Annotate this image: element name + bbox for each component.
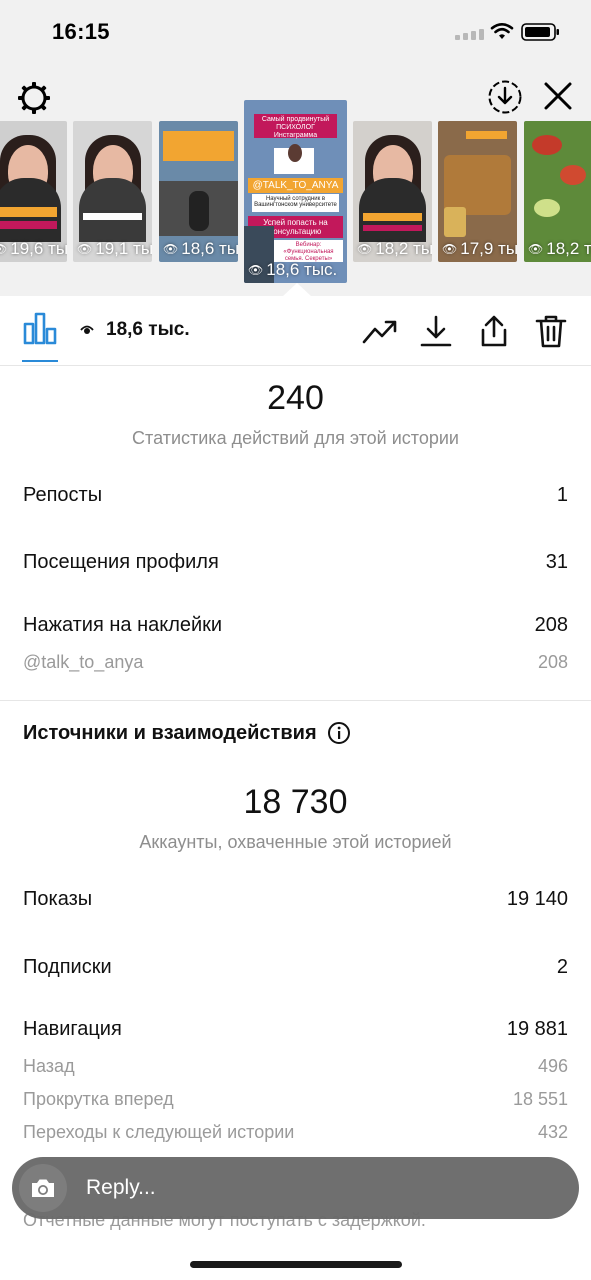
reply-input[interactable]: Reply... bbox=[86, 1176, 156, 1200]
stat-label: Прокрутка вперед bbox=[23, 1089, 174, 1109]
camera-button[interactable] bbox=[19, 1164, 67, 1212]
stat-label: Показы bbox=[23, 888, 93, 910]
views-label: 18,6 тыс. bbox=[106, 319, 190, 340]
stat-value: 208 bbox=[534, 614, 568, 636]
stat-value: 18 551 bbox=[512, 1089, 568, 1109]
stat-label: Переходы к следующей истории bbox=[23, 1122, 295, 1142]
stat-label: Нажатия на наклейки bbox=[23, 614, 223, 636]
story-thumbnail[interactable]: 👁18,2 тыс. bbox=[353, 121, 432, 262]
stat-label: Назад bbox=[23, 1056, 75, 1076]
eye-icon bbox=[80, 325, 94, 334]
info-icon[interactable] bbox=[327, 721, 351, 745]
stat-value: 208 bbox=[537, 652, 568, 672]
stat-subrow-sticker-handle: @talk_to_anya 208 bbox=[23, 652, 568, 673]
home-indicator bbox=[190, 1261, 402, 1268]
reach-total: 18 730 bbox=[243, 783, 348, 821]
stat-value: 496 bbox=[537, 1056, 568, 1076]
thumbnail-views: 17,9 тыс. bbox=[460, 239, 517, 258]
thumbnail-views: 18,6 тыс. bbox=[266, 260, 338, 279]
stat-label: Репосты bbox=[23, 484, 103, 506]
stat-row-impressions[interactable]: Показы 19 140 bbox=[23, 888, 568, 911]
eye-icon: 👁 bbox=[357, 242, 373, 256]
story-thumbnail[interactable]: 👁17,9 тыс. bbox=[438, 121, 517, 262]
section-divider bbox=[0, 700, 591, 701]
stat-row-sticker-taps[interactable]: Нажатия на наклейки 208 bbox=[23, 614, 568, 637]
signal-icon bbox=[455, 28, 485, 40]
story-thumbnail[interactable]: 👁18,2 тыс. bbox=[524, 121, 591, 262]
eye-icon: 👁 bbox=[248, 263, 264, 277]
selected-story-pointer bbox=[283, 283, 311, 296]
eye-icon: 👁 bbox=[442, 242, 458, 256]
story-thumbnail-selected[interactable]: Самый продвинутый ПСИХОЛОГ Инстаграмма @… bbox=[244, 100, 347, 283]
stat-value: 432 bbox=[537, 1122, 568, 1142]
status-bar: 16:15 bbox=[0, 0, 591, 64]
reach-subtitle: Аккаунты, охваченные этой историей bbox=[139, 832, 452, 852]
stat-row-profile-visits[interactable]: Посещения профиля 31 bbox=[23, 551, 568, 574]
stat-label: Навигация bbox=[23, 1018, 122, 1040]
stat-value: 1 bbox=[556, 484, 568, 506]
eye-icon: 👁 bbox=[0, 242, 7, 256]
sources-title: Источники и взаимодействия bbox=[23, 721, 317, 744]
actions-subtitle: Статистика действий для этой истории bbox=[132, 428, 459, 448]
nav-subrow-forward: Прокрутка вперед 18 551 bbox=[23, 1089, 568, 1110]
views-count: 18,6 тыс. bbox=[80, 319, 190, 341]
stat-row-follows[interactable]: Подписки 2 bbox=[23, 956, 568, 979]
stat-label: Посещения профиля bbox=[23, 551, 219, 573]
stat-value: 2 bbox=[556, 956, 568, 978]
share-icon[interactable] bbox=[476, 314, 512, 348]
thumbnail-views: 18,6 тыс. bbox=[181, 239, 238, 258]
thumbnail-views: 19,1 тыс. bbox=[95, 239, 152, 258]
trash-icon[interactable] bbox=[533, 314, 569, 348]
story-thumbnails: 👁19,6 тыс. 👁19,1 тыс. 👁18,6 тыс. Самый п… bbox=[0, 100, 591, 286]
eye-icon: 👁 bbox=[163, 242, 179, 256]
insights-toolbar: 18,6 тыс. bbox=[0, 296, 591, 366]
stat-label: Подписки bbox=[23, 956, 112, 978]
reply-bar[interactable]: Reply... bbox=[12, 1157, 579, 1219]
eye-icon: 👁 bbox=[528, 242, 544, 256]
bar-chart-icon[interactable] bbox=[22, 312, 58, 346]
story-handle: @TALK_TO_ANYA bbox=[248, 178, 343, 193]
nav-subrow-back: Назад 496 bbox=[23, 1056, 568, 1077]
trend-up-icon[interactable] bbox=[362, 314, 398, 348]
eye-icon: 👁 bbox=[77, 242, 93, 256]
nav-subrow-next-story: Переходы к следующей истории 432 bbox=[23, 1122, 568, 1143]
download-icon[interactable] bbox=[418, 314, 454, 348]
stat-value: 19 140 bbox=[506, 888, 568, 910]
thumbnail-views: 18,2 тыс. bbox=[546, 239, 591, 258]
story-scientist: Научный сотрудник в Вашингтонском универ… bbox=[252, 194, 339, 212]
story-thumbnail[interactable]: 👁19,1 тыс. bbox=[73, 121, 152, 262]
active-tab-indicator bbox=[22, 360, 58, 362]
stat-row-reposts[interactable]: Репосты 1 bbox=[23, 484, 568, 507]
camera-icon bbox=[32, 1179, 54, 1197]
stat-value: 19 881 bbox=[506, 1018, 568, 1040]
sources-heading: Источники и взаимодействия bbox=[23, 721, 351, 745]
actions-total: 240 bbox=[267, 379, 324, 417]
stat-row-navigation[interactable]: Навигация 19 881 bbox=[23, 1018, 568, 1041]
stat-label: @talk_to_anya bbox=[23, 652, 144, 672]
battery-icon bbox=[521, 23, 559, 41]
story-thumbnail[interactable]: 👁19,6 тыс. bbox=[0, 121, 67, 262]
wifi-icon bbox=[490, 23, 514, 39]
story-thumbnail[interactable]: 👁18,6 тыс. bbox=[159, 121, 238, 262]
story-headline: Самый продвинутый ПСИХОЛОГ Инстаграмма bbox=[254, 114, 337, 139]
stat-value: 31 bbox=[545, 551, 568, 573]
thumbnail-views: 19,6 тыс. bbox=[10, 239, 67, 258]
thumbnail-views: 18,2 тыс. bbox=[375, 239, 432, 258]
status-time: 16:15 bbox=[52, 19, 110, 44]
